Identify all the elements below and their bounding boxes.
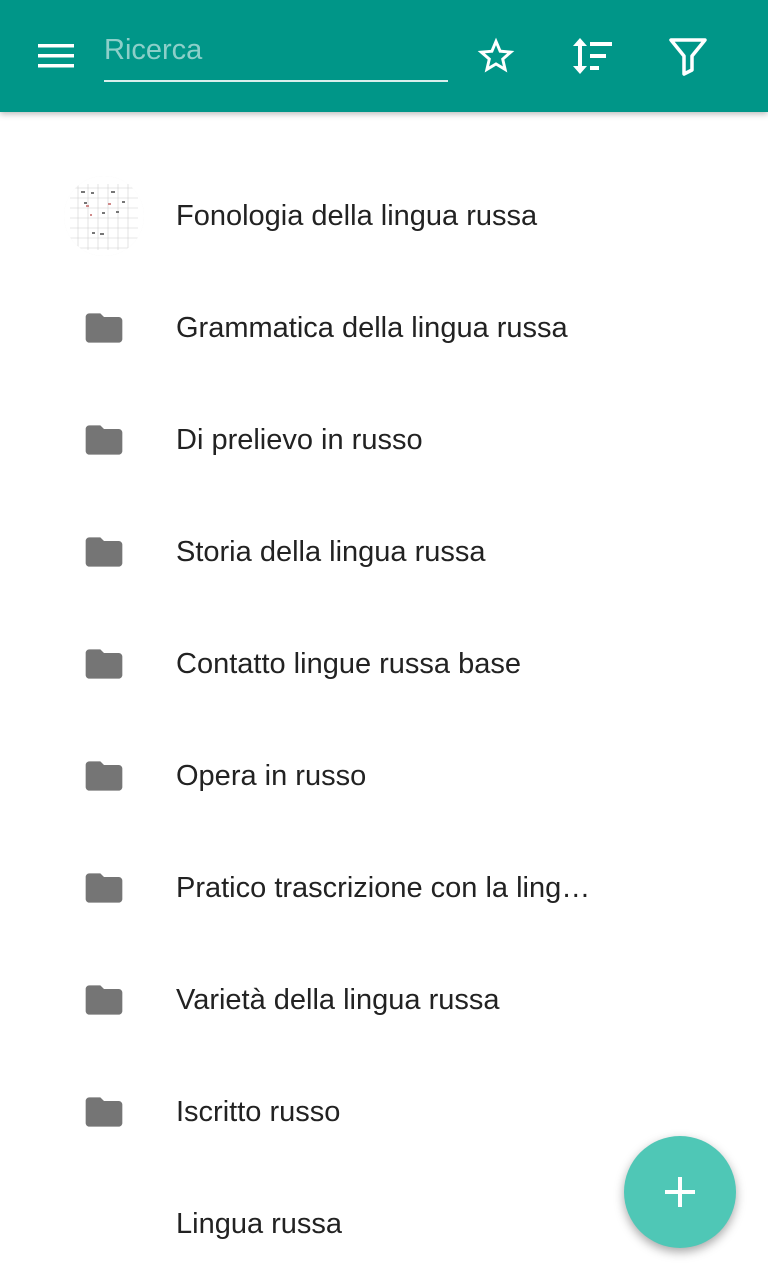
item-label: Storia della lingua russa <box>176 536 486 568</box>
app-bar <box>0 0 768 112</box>
filter-button[interactable] <box>660 28 716 84</box>
folder-icon <box>85 873 123 903</box>
item-label: Fonologia della lingua russa <box>176 200 538 232</box>
list-item[interactable]: Contatto lingue russa base <box>0 608 768 720</box>
list-item[interactable]: Fonologia della lingua russa <box>0 160 768 272</box>
item-label: Di prelievo in russo <box>176 424 423 456</box>
list-item[interactable]: Di prelievo in russo <box>0 384 768 496</box>
item-label: Grammatica della lingua russa <box>176 312 568 344</box>
list-item[interactable]: Opera in russo <box>0 720 768 832</box>
list-item[interactable]: Pratico trascrizione con la lingua russa <box>0 832 768 944</box>
list-item[interactable]: Storia della lingua russa <box>0 496 768 608</box>
item-label: Iscritto russo <box>176 1096 341 1128</box>
favorites-button[interactable] <box>468 28 524 84</box>
menu-icon <box>38 44 74 68</box>
folder-icon <box>85 649 123 679</box>
item-label: Lingua russa <box>176 1208 343 1240</box>
search-input[interactable] <box>104 26 448 74</box>
menu-button[interactable] <box>24 28 88 84</box>
folder-icon <box>85 313 123 343</box>
folder-icon <box>85 1097 123 1127</box>
add-button[interactable] <box>624 1136 736 1248</box>
folder-icon <box>85 761 123 791</box>
folder-icon <box>85 537 123 567</box>
list-item[interactable]: Grammatica della lingua russa <box>0 272 768 384</box>
search-field <box>104 26 448 82</box>
item-label: Opera in russo <box>176 760 367 792</box>
item-label: Pratico trascrizione con la lingua russa <box>176 872 596 904</box>
thumbnail <box>64 176 144 256</box>
plus-icon <box>665 1177 695 1207</box>
folder-icon <box>85 425 123 455</box>
item-label: Contatto lingue russa base <box>176 648 521 680</box>
sort-icon <box>573 38 612 74</box>
item-list: Fonologia della lingua russa Grammatica … <box>0 160 768 1280</box>
thumbnail-image <box>64 176 144 256</box>
list-item[interactable]: Varietà della lingua russa <box>0 944 768 1056</box>
item-label: Varietà della lingua russa <box>176 984 500 1016</box>
filter-icon <box>669 38 707 76</box>
star-outline-icon <box>477 37 515 73</box>
sort-button[interactable] <box>564 28 620 84</box>
folder-icon <box>85 985 123 1015</box>
